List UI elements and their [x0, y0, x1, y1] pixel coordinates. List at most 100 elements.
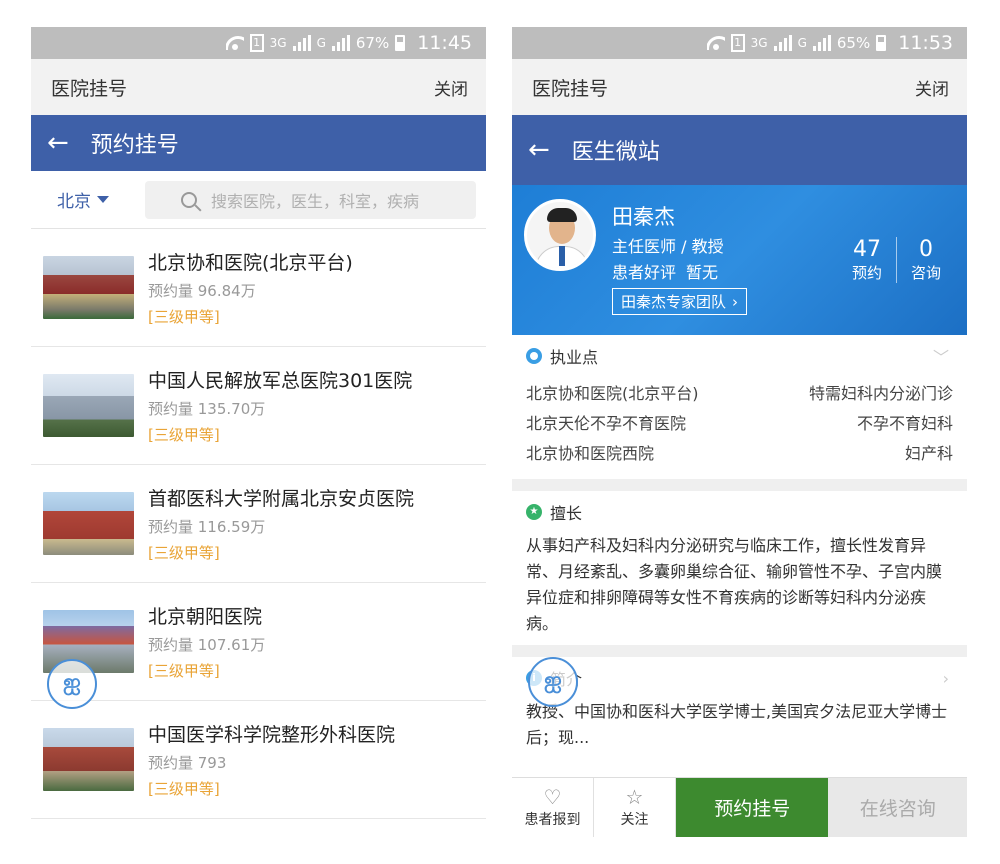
chevron-down-icon: ﹀ — [932, 348, 949, 367]
network-type-2: G — [797, 36, 807, 50]
practice-section: 执业点 ﹀ 北京协和医院(北京平台) 特需妇科内分泌门诊 北京天伦不孕不育医院 … — [512, 335, 967, 467]
hospital-name: 北京协和医院(北京平台) — [148, 252, 353, 274]
close-button[interactable]: 关闭 — [915, 75, 949, 100]
search-placeholder: 搜索医院，医生，科室，疾病 — [211, 191, 420, 211]
clock: 11:53 — [898, 32, 953, 54]
stat-number: 47 — [852, 237, 881, 262]
report-label: 患者报到 — [524, 811, 581, 828]
team-label: 田秦杰专家团队 — [621, 293, 727, 311]
book-appointment-button[interactable]: 预约挂号 — [676, 778, 829, 837]
hospital-name: 首都医科大学附属北京安贞医院 — [148, 488, 415, 510]
doctor-profile-screen: 1 3G G 65% 11:53 医院挂号 关闭 ← 医生微站 田秦杰 主任医师… — [512, 27, 967, 837]
sim-icon: 1 — [730, 34, 745, 52]
hospital-name: 中国医学科学院整形外科医院 — [148, 724, 396, 746]
doctor-title: 主任医师 / 教授 — [612, 237, 724, 256]
intro-header[interactable]: i 简介 › — [526, 657, 953, 699]
heart-plus-icon: ♡ — [543, 784, 562, 809]
hospital-photo — [43, 374, 134, 437]
battery-percent: 67% — [355, 34, 390, 52]
signal-icon — [773, 35, 792, 51]
practice-dept: 妇产科 — [904, 444, 953, 463]
filter-bar: 北京 搜索医院，医生，科室，疾病 — [31, 171, 486, 229]
hospital-list-screen: 1 3G G 67% 11:45 医院挂号 关闭 ← 预约挂号 北京 搜索医院，… — [31, 27, 486, 837]
wifi-icon — [225, 36, 244, 50]
nav-bar: ← 预约挂号 — [31, 115, 486, 171]
floating-logo-icon[interactable]: ஐ — [528, 657, 578, 707]
practice-hospital: 北京协和医院(北京平台) — [526, 384, 699, 403]
doctor-stats: 47 预约 0 咨询 — [838, 237, 955, 283]
hospital-level: [三级甲等] — [148, 780, 220, 798]
hospital-name: 中国人民解放军总医院301医院 — [148, 370, 413, 392]
back-arrow-icon[interactable]: ← — [47, 130, 69, 156]
practice-dept: 特需妇科内分泌门诊 — [808, 384, 953, 403]
chevron-right-icon: › — [732, 292, 739, 311]
hospital-list-item[interactable]: 北京朝阳医院 预约量 107.61万 [三级甲等] — [31, 583, 486, 701]
network-type: 3G — [269, 36, 287, 50]
hospital-level: [三级甲等] — [148, 662, 220, 680]
section-title: 执业点 — [550, 348, 599, 367]
back-arrow-icon[interactable]: ← — [528, 137, 550, 163]
stat-label: 咨询 — [910, 264, 941, 282]
network-type-2: G — [316, 36, 326, 50]
intro-section: i 简介 › 教授、中国协和医科大学医学博士,美国宾夕法尼亚大学博士后；现... — [512, 657, 967, 751]
location-icon — [526, 348, 542, 364]
specialty-section: ★ 擅长 从事妇产科及妇科内分泌研究与临床工作，擅长性发育异常、月经紊乱、多囊卵… — [512, 491, 967, 637]
online-consult-button[interactable]: 在线咨询 — [828, 778, 967, 837]
rating-label: 患者好评 — [612, 263, 677, 282]
city-label: 北京 — [57, 192, 91, 212]
stat-consults: 0 咨询 — [897, 237, 955, 283]
hospital-list-item[interactable]: 北京协和医院(北京平台) 预约量 96.84万 [三级甲等] — [31, 229, 486, 347]
star-outline-icon: ☆ — [625, 784, 644, 809]
hospital-photo — [43, 492, 134, 555]
search-input[interactable]: 搜索医院，医生，科室，疾病 — [145, 180, 476, 219]
bottom-action-bar: ♡ 患者报到 ☆ 关注 预约挂号 在线咨询 — [512, 777, 967, 837]
floating-logo-icon[interactable]: ஐ — [47, 659, 97, 709]
chevron-right-icon: › — [942, 668, 949, 688]
wifi-icon — [706, 36, 725, 50]
section-title: 擅长 — [550, 504, 583, 523]
doctor-rating: 患者好评 暂无 — [612, 259, 718, 283]
specialty-header: ★ 擅长 — [526, 491, 953, 533]
section-divider — [512, 479, 967, 491]
page-title: 医生微站 — [571, 140, 660, 165]
title-bar: 医院挂号 关闭 — [31, 59, 486, 115]
hospital-name: 北京朝阳医院 — [148, 606, 263, 628]
practice-row[interactable]: 北京天伦不孕不育医院 不孕不育妇科 — [526, 407, 953, 437]
specialty-text: 从事妇产科及妇科内分泌研究与临床工作，擅长性发育异常、月经紊乱、多囊卵巢综合征、… — [526, 536, 943, 633]
hospital-photo — [43, 728, 134, 791]
hospital-list-item[interactable]: 中国医学科学院整形外科医院 预约量 793 [三级甲等] — [31, 701, 486, 819]
hospital-photo — [43, 256, 134, 319]
hospital-level: [三级甲等] — [148, 544, 220, 562]
doctor-profile-card: 田秦杰 主任医师 / 教授 患者好评 暂无 田秦杰专家团队 › 47 预约 0 … — [512, 185, 967, 335]
practice-hospital: 北京天伦不孕不育医院 — [526, 414, 687, 433]
hospital-level: [三级甲等] — [148, 308, 220, 326]
practice-row[interactable]: 北京协和医院西院 妇产科 — [526, 437, 953, 467]
status-bar: 1 3G G 65% 11:53 — [512, 27, 967, 59]
practice-row[interactable]: 北京协和医院(北京平台) 特需妇科内分泌门诊 — [526, 377, 953, 407]
signal-icon — [292, 35, 311, 51]
city-selector[interactable]: 北京 — [57, 187, 145, 212]
close-button[interactable]: 关闭 — [434, 75, 468, 100]
patient-report-button[interactable]: ♡ 患者报到 — [512, 778, 594, 837]
expert-team-button[interactable]: 田秦杰专家团队 › — [612, 288, 748, 315]
follow-button[interactable]: ☆ 关注 — [594, 778, 676, 837]
hospital-list-item[interactable]: 首都医科大学附属北京安贞医院 预约量 116.59万 [三级甲等] — [31, 465, 486, 583]
stat-bookings: 47 预约 — [838, 237, 896, 283]
signal-icon-2 — [812, 35, 831, 51]
clock: 11:45 — [417, 32, 472, 54]
signal-icon-2 — [331, 35, 350, 51]
battery-percent: 65% — [836, 34, 871, 52]
practice-dept: 不孕不育妇科 — [856, 414, 953, 433]
network-type: 3G — [750, 36, 768, 50]
intro-text: 教授、中国协和医科大学医学博士,美国宾夕法尼亚大学博士后；现... — [526, 702, 948, 747]
practice-header[interactable]: 执业点 ﹀ — [526, 335, 953, 377]
hospital-booking-count: 预约量 135.70万 — [148, 400, 266, 418]
battery-icon — [876, 35, 887, 51]
follow-label: 关注 — [620, 811, 649, 828]
battery-icon — [395, 35, 406, 51]
hospital-booking-count: 预约量 96.84万 — [148, 282, 256, 300]
status-bar: 1 3G G 67% 11:45 — [31, 27, 486, 59]
nav-bar: ← 医生微站 — [512, 115, 967, 185]
hospital-list-item[interactable]: 中国人民解放军总医院301医院 预约量 135.70万 [三级甲等] — [31, 347, 486, 465]
practice-hospital: 北京协和医院西院 — [526, 444, 655, 463]
